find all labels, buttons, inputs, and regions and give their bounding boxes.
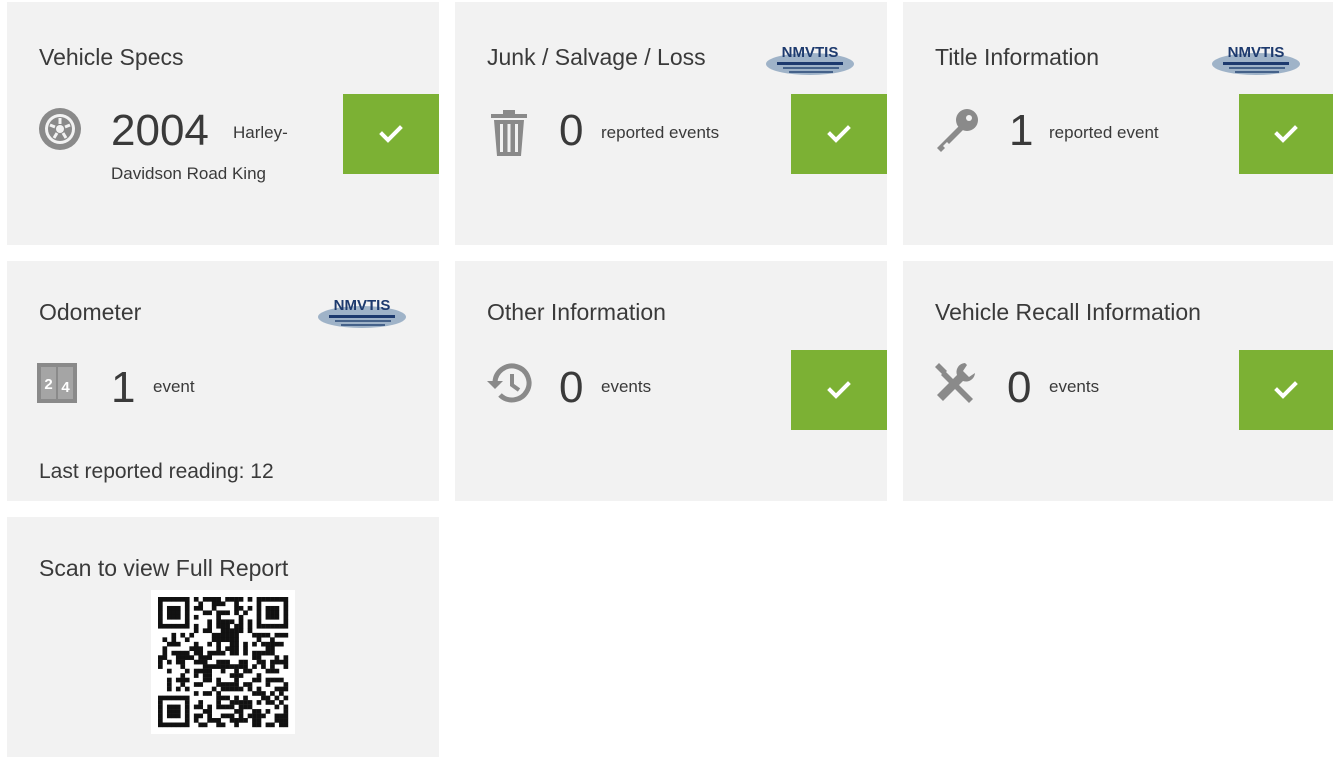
other-label: events — [601, 377, 652, 396]
vehicle-model-line1: Harley- — [233, 123, 288, 142]
card-title: Junk / Salvage / Loss — [487, 44, 706, 70]
qr-card: Scan to view Full Report — [7, 517, 439, 757]
odometer-count: 1 — [111, 363, 136, 412]
svg-text:4: 4 — [61, 379, 70, 396]
status-check-badge — [791, 350, 887, 430]
odometer-icon: 2 4 — [37, 363, 77, 403]
nmvtis-logo: NMVTIS — [315, 295, 409, 331]
status-check-badge — [791, 94, 887, 174]
title-info-card: Title Information NMVTIS 1 reported even… — [903, 2, 1333, 245]
title-label: reported event — [1049, 123, 1159, 142]
svg-text:2: 2 — [44, 376, 52, 393]
other-count: 0 — [559, 363, 584, 412]
vehicle-model-line2: Davidson Road King — [111, 164, 266, 183]
recall-info-card: Vehicle Recall Information 0 events — [903, 261, 1333, 501]
card-title: Vehicle Recall Information — [935, 299, 1201, 325]
nmvtis-logo: NMVTIS — [763, 42, 857, 78]
recall-count: 0 — [1007, 363, 1032, 412]
svg-text:NMVTIS: NMVTIS — [782, 44, 839, 61]
card-title: Odometer — [39, 299, 142, 325]
qr-code[interactable] — [151, 590, 295, 734]
odometer-last-reading: Last reported reading: 12 — [39, 460, 274, 483]
status-check-badge — [1239, 94, 1333, 174]
vehicle-specs-card: Vehicle Specs 2004 Harley- Davidson Road… — [7, 2, 439, 245]
svg-text:NMVTIS: NMVTIS — [334, 297, 391, 314]
tools-icon — [933, 361, 979, 407]
checkmark-icon — [379, 125, 403, 143]
status-check-badge — [343, 94, 439, 174]
checkmark-icon — [1274, 125, 1298, 143]
odometer-label: event — [153, 377, 195, 396]
junk-label: reported events — [601, 123, 720, 142]
card-title: Vehicle Specs — [39, 44, 184, 70]
recall-label: events — [1049, 377, 1100, 396]
checkmark-icon — [827, 381, 851, 399]
junk-count: 0 — [559, 106, 584, 155]
checkmark-icon — [827, 125, 851, 143]
key-icon — [933, 108, 983, 154]
card-title: Scan to view Full Report — [39, 555, 289, 581]
odometer-card: Odometer NMVTIS 2 4 1 event Last reporte… — [7, 261, 439, 501]
nmvtis-logo: NMVTIS — [1209, 42, 1303, 78]
checkmark-icon — [1274, 381, 1298, 399]
trash-icon — [489, 110, 529, 156]
vehicle-year: 2004 — [111, 106, 209, 155]
status-check-badge — [1239, 350, 1333, 430]
other-info-card: Other Information 0 events — [455, 261, 887, 501]
tire-icon — [37, 106, 83, 152]
title-count: 1 — [1009, 106, 1034, 155]
junk-salvage-card: Junk / Salvage / Loss NMVTIS 0 reported … — [455, 2, 887, 245]
card-title: Other Information — [487, 299, 666, 325]
svg-text:NMVTIS: NMVTIS — [1228, 44, 1285, 61]
history-icon — [485, 361, 533, 405]
card-title: Title Information — [935, 44, 1100, 70]
